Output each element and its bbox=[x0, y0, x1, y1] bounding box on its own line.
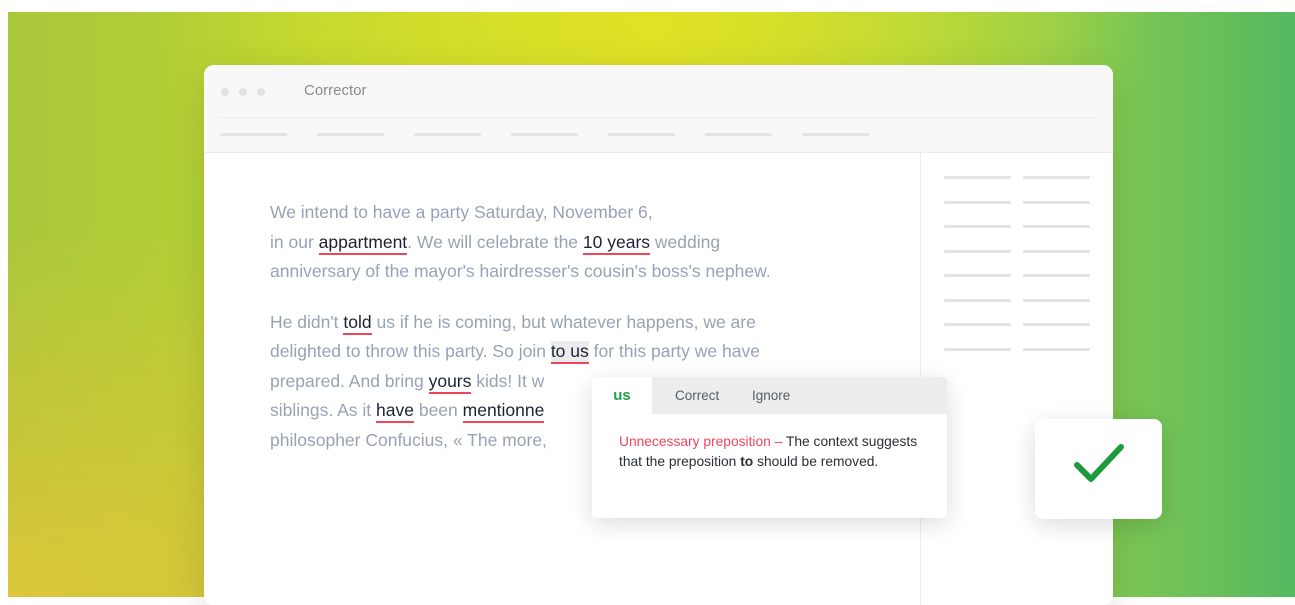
toolbar-item-placeholder[interactable] bbox=[511, 133, 578, 136]
correction-popup: us Correct Ignore Unnecessary prepositio… bbox=[592, 377, 947, 518]
checkmark-card bbox=[1035, 419, 1162, 519]
close-window-button[interactable] bbox=[221, 88, 229, 96]
sidebar-row-placeholder bbox=[944, 274, 1090, 277]
error-word-yours[interactable]: yours bbox=[428, 370, 472, 394]
error-type-dash: – bbox=[770, 434, 786, 449]
text-run: wedding bbox=[650, 231, 721, 252]
text-run: prepared. And bring bbox=[270, 370, 429, 391]
text-run: anniversary of the mayor's hairdresser's… bbox=[270, 261, 771, 281]
error-word-told[interactable]: told bbox=[343, 311, 372, 335]
ignore-button[interactable]: Ignore bbox=[752, 377, 790, 414]
message-bold-word: to bbox=[740, 453, 754, 469]
window-controls bbox=[221, 88, 265, 96]
app-title: Corrector bbox=[304, 82, 367, 99]
text-run: He didn't bbox=[270, 311, 344, 332]
sidebar-row-placeholder bbox=[944, 323, 1090, 326]
toolbar-item-placeholder[interactable] bbox=[414, 133, 481, 136]
suggestion-button[interactable]: us bbox=[592, 377, 652, 414]
sidebar-row-placeholder bbox=[944, 298, 1090, 302]
correct-button[interactable]: Correct bbox=[675, 377, 719, 414]
sidebar-row-placeholder bbox=[944, 347, 1090, 351]
text-run: been bbox=[413, 400, 463, 420]
toolbar-placeholder bbox=[220, 133, 869, 136]
maximize-window-button[interactable] bbox=[257, 88, 265, 96]
title-divider bbox=[220, 117, 1097, 118]
popup-message: Unnecessary preposition – The context su… bbox=[592, 414, 947, 471]
text-run: for this party we have bbox=[588, 341, 760, 361]
error-word-mentionne[interactable]: mentionne bbox=[462, 400, 545, 423]
error-word-appartment[interactable]: appartment bbox=[318, 231, 408, 255]
error-word-have[interactable]: have bbox=[376, 400, 414, 423]
text-run: us if he is coming, but whatever happens… bbox=[371, 311, 756, 332]
toolbar-item-placeholder[interactable] bbox=[608, 133, 675, 136]
title-bar: Corrector bbox=[204, 65, 1113, 153]
sidebar-row-placeholder bbox=[944, 176, 1090, 179]
error-type-label: Unnecessary preposition bbox=[619, 434, 771, 449]
error-word-10-years[interactable]: 10 years bbox=[582, 231, 651, 255]
app-window: Corrector We intend to have a party Satu… bbox=[204, 65, 1113, 605]
toolbar-item-placeholder[interactable] bbox=[220, 133, 287, 136]
sidebar-row-placeholder bbox=[944, 249, 1090, 253]
sidebar-row-placeholder bbox=[944, 225, 1090, 228]
text-run: kids! It w bbox=[471, 370, 545, 391]
toolbar-item-placeholder[interactable] bbox=[705, 133, 772, 136]
text-run: in our bbox=[270, 231, 319, 252]
sidebar-placeholder bbox=[944, 176, 1090, 372]
text-run: delighted to throw this party. So join bbox=[270, 341, 551, 361]
text-run: . We will celebrate the bbox=[407, 231, 583, 252]
paragraph-1: We intend to have a party Saturday, Nove… bbox=[270, 198, 870, 287]
checkmark-icon bbox=[1074, 444, 1124, 482]
toolbar-item-placeholder[interactable] bbox=[317, 133, 384, 136]
minimize-window-button[interactable] bbox=[239, 88, 247, 96]
text-run: We intend to have a party Saturday, Nove… bbox=[270, 202, 653, 222]
popup-header: us Correct Ignore bbox=[592, 377, 947, 414]
message-text: should be removed. bbox=[753, 453, 879, 469]
sidebar-row-placeholder bbox=[944, 200, 1090, 204]
text-run: siblings. As it bbox=[270, 400, 377, 420]
text-run: philosopher Confucius, « The more, bbox=[270, 429, 547, 450]
error-word-to-us[interactable]: to us bbox=[550, 341, 589, 364]
toolbar-item-placeholder[interactable] bbox=[802, 133, 869, 136]
